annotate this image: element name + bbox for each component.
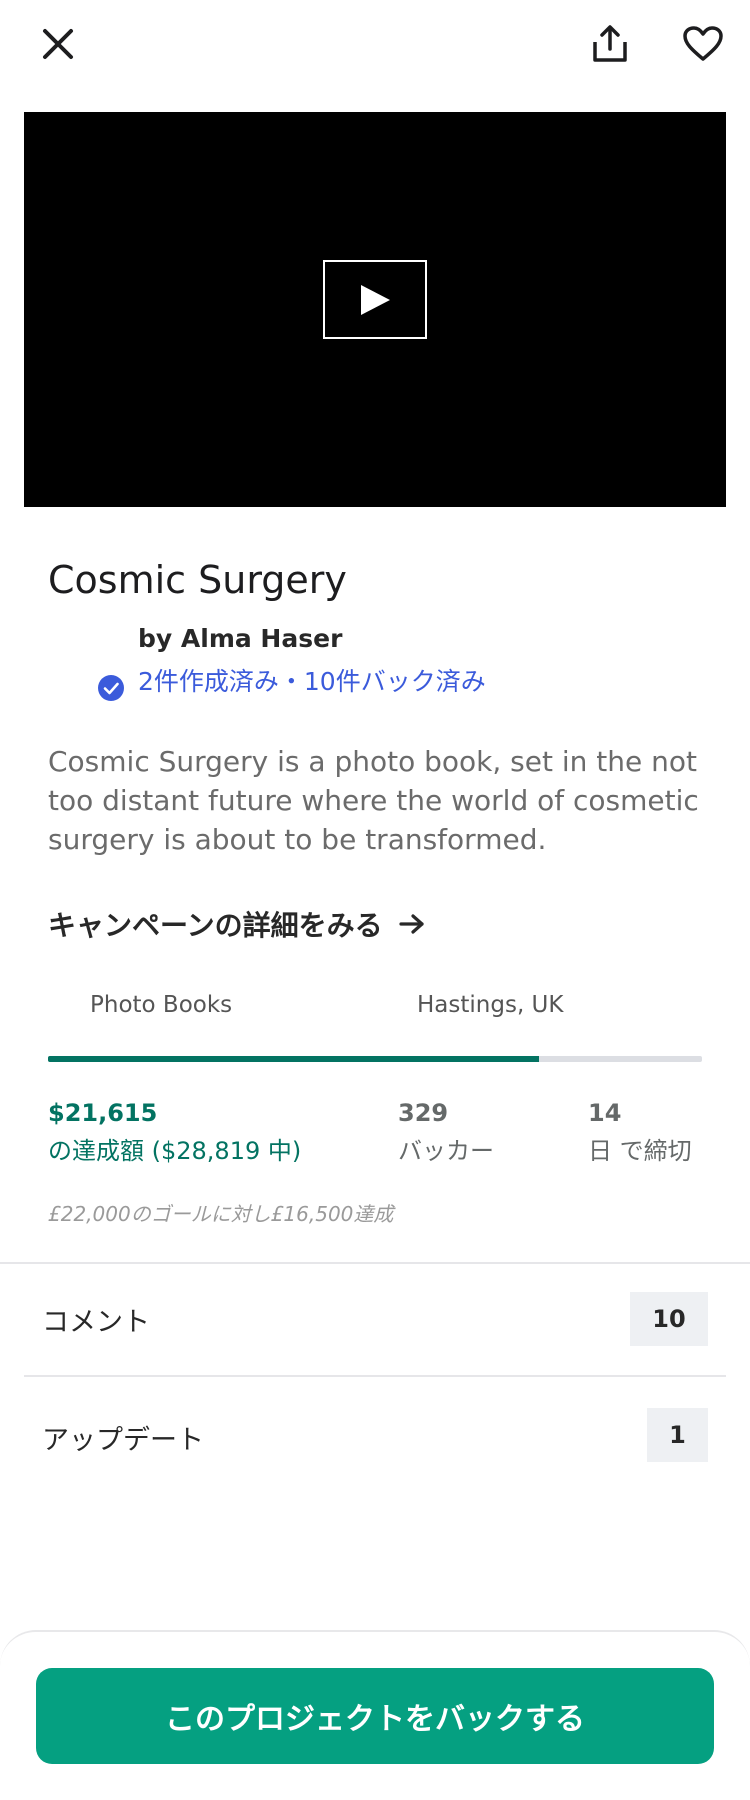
row-divider xyxy=(24,1375,726,1377)
funding-progress-fill xyxy=(48,1056,539,1062)
backers-label: バッカー xyxy=(398,1137,494,1165)
share-icon xyxy=(593,25,627,62)
play-button[interactable] xyxy=(323,260,427,339)
campaign-details-label: キャンペーンの詳細をみる xyxy=(48,909,383,942)
comments-count-badge: 10 xyxy=(630,1292,708,1346)
close-icon xyxy=(43,29,73,59)
goal-note: £22,000のゴールに対し£16,500達成 xyxy=(48,1202,394,1226)
verified-check-icon xyxy=(98,675,124,701)
category-tag[interactable]: Photo Books xyxy=(90,992,232,1018)
share-button[interactable] xyxy=(580,14,640,74)
campaign-details-link[interactable]: キャンペーンの詳細をみる xyxy=(48,904,425,944)
comments-row[interactable]: コメント 10 xyxy=(0,1264,750,1364)
video-player[interactable] xyxy=(24,112,726,507)
project-page: Cosmic Surgery by Alma Haser 2件作成済み・10件バ… xyxy=(0,0,750,1800)
updates-row[interactable]: アップデート 1 xyxy=(0,1378,750,1478)
favorite-button[interactable] xyxy=(673,14,733,74)
comments-label: コメント xyxy=(42,1307,150,1338)
backers-count: 329 xyxy=(398,1099,449,1127)
updates-label: アップデート xyxy=(42,1425,204,1456)
back-project-button[interactable]: このプロジェクトをバックする xyxy=(36,1668,714,1764)
funding-progress-bar xyxy=(48,1056,702,1062)
location-tag[interactable]: Hastings, UK xyxy=(417,992,563,1018)
creator-stats-link[interactable]: 2件作成済み・10件バック済み xyxy=(138,662,486,698)
pledged-label: の達成額 ($28,819 中) xyxy=(48,1137,302,1165)
days-left-label: 日 で締切 xyxy=(588,1137,692,1165)
project-title: Cosmic Surgery xyxy=(48,558,347,602)
days-left-count: 14 xyxy=(588,1099,622,1127)
creator-name[interactable]: by Alma Haser xyxy=(138,624,342,653)
heart-icon xyxy=(683,26,723,61)
pledged-amount: $21,615 xyxy=(48,1099,158,1127)
arrow-right-icon xyxy=(399,914,424,934)
top-bar xyxy=(0,0,750,100)
updates-count-badge: 1 xyxy=(647,1408,708,1462)
project-blurb: Cosmic Surgery is a photo book, set in t… xyxy=(48,745,699,856)
play-icon xyxy=(361,284,390,315)
close-button[interactable] xyxy=(28,14,88,74)
